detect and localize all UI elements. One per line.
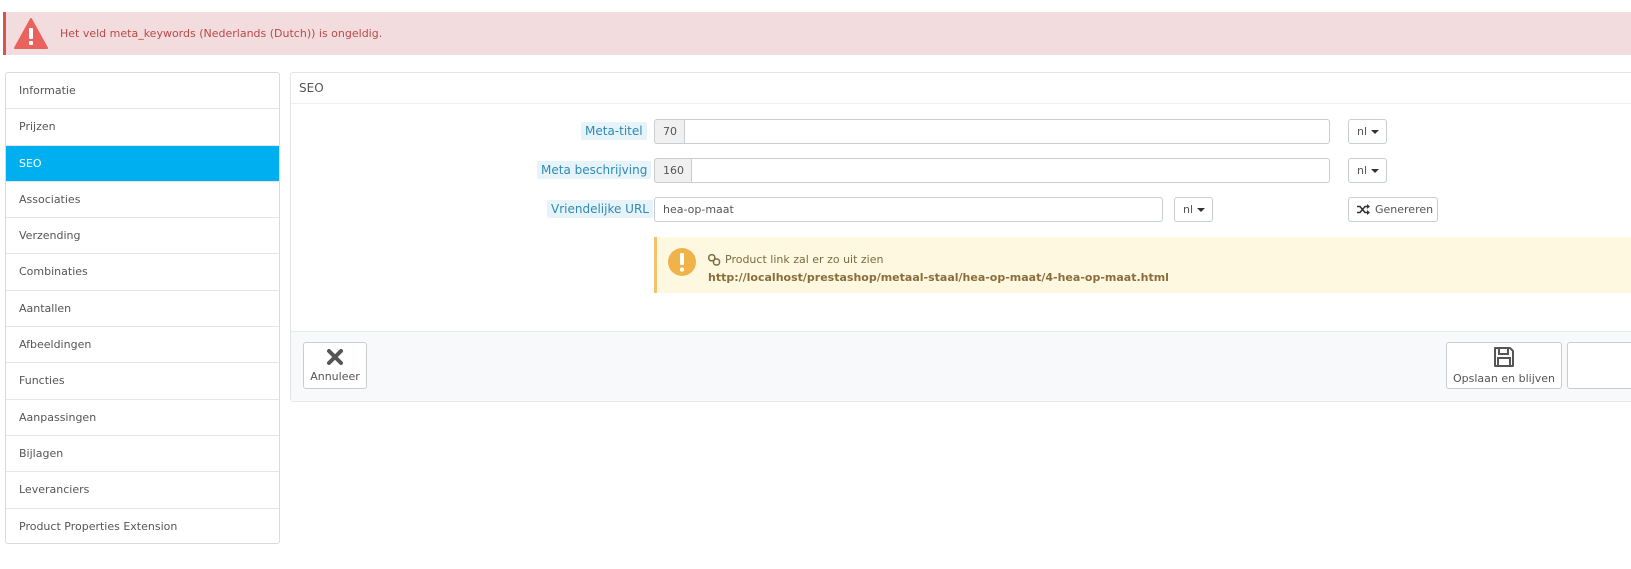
- product-tabs-sidebar: Informatie Prijzen SEO Associaties Verze…: [5, 72, 280, 544]
- caret-down-icon: [1371, 129, 1380, 134]
- meta-title-label: Meta-titel: [581, 122, 647, 140]
- link-icon: [708, 253, 721, 266]
- caret-down-icon: [1197, 207, 1206, 212]
- sidebar-item-afbeeldingen[interactable]: Afbeeldingen: [6, 327, 279, 364]
- friendly-url-lang-label: nl: [1183, 203, 1194, 216]
- sidebar-item-verzending[interactable]: Verzending: [6, 218, 279, 255]
- cancel-button[interactable]: Annuleer: [303, 342, 367, 389]
- meta-title-input[interactable]: [684, 119, 1330, 144]
- meta-title-lang-label: nl: [1357, 125, 1368, 138]
- sidebar-item-prijzen[interactable]: Prijzen: [6, 109, 279, 146]
- sidebar-item-aantallen[interactable]: Aantallen: [6, 291, 279, 328]
- product-link-preview: Product link zal er zo uit zien http://l…: [654, 237, 1631, 293]
- save-and-stay-button[interactable]: Opslaan en blijven: [1446, 342, 1562, 389]
- generate-url-label: Genereren: [1375, 203, 1434, 216]
- shuffle-icon: [1357, 204, 1370, 215]
- meta-title-lang-dropdown[interactable]: nl: [1348, 119, 1387, 144]
- sidebar-item-leveranciers[interactable]: Leveranciers: [6, 472, 279, 509]
- preview-url: http://localhost/prestashop/metaal-staal…: [708, 271, 1169, 284]
- sidebar-item-aanpassingen[interactable]: Aanpassingen: [6, 400, 279, 436]
- friendly-url-input[interactable]: [654, 197, 1163, 222]
- sidebar-item-bijlagen[interactable]: Bijlagen: [6, 436, 279, 473]
- sidebar-item-associaties[interactable]: Associaties: [6, 182, 279, 219]
- exclamation-circle-icon: [668, 248, 696, 276]
- generate-url-button[interactable]: Genereren: [1348, 197, 1438, 222]
- save-and-stay-label: Opslaan en blijven: [1452, 372, 1555, 385]
- sidebar-item-combinaties[interactable]: Combinaties: [6, 254, 279, 291]
- sidebar-item-informatie[interactable]: Informatie: [6, 73, 279, 110]
- friendly-url-lang-dropdown[interactable]: nl: [1174, 197, 1213, 222]
- meta-description-lang-label: nl: [1357, 164, 1368, 177]
- meta-description-input[interactable]: [691, 158, 1330, 183]
- meta-description-counter: 160: [654, 158, 691, 183]
- error-alert: Het veld meta_keywords (Nederlands (Dutc…: [3, 12, 1631, 55]
- cancel-label: Annuleer: [310, 370, 360, 383]
- panel-footer: Annuleer Opslaan en blijven: [291, 331, 1631, 401]
- error-message: Het veld meta_keywords (Nederlands (Dutc…: [60, 27, 383, 40]
- warning-triangle-icon: [14, 17, 48, 49]
- save-button-partial[interactable]: [1567, 342, 1631, 389]
- sidebar-item-functies[interactable]: Functies: [6, 363, 279, 400]
- seo-panel: SEO Meta-titel 70 nl Meta beschrijving 1…: [290, 72, 1631, 401]
- meta-description-label: Meta beschrijving: [537, 161, 652, 179]
- meta-title-counter: 70: [654, 119, 684, 144]
- sidebar-item-seo[interactable]: SEO: [6, 145, 279, 182]
- sidebar-item-product-properties-extension[interactable]: Product Properties Extension: [6, 509, 279, 543]
- close-icon: [327, 349, 343, 365]
- meta-description-lang-dropdown[interactable]: nl: [1348, 158, 1387, 183]
- panel-title: SEO: [291, 73, 1631, 104]
- save-icon: [1494, 347, 1514, 367]
- preview-caption-row: Product link zal er zo uit zien: [708, 253, 883, 266]
- friendly-url-label: Vriendelijke URL: [547, 200, 653, 218]
- preview-caption: Product link zal er zo uit zien: [725, 253, 884, 266]
- caret-down-icon: [1371, 168, 1380, 173]
